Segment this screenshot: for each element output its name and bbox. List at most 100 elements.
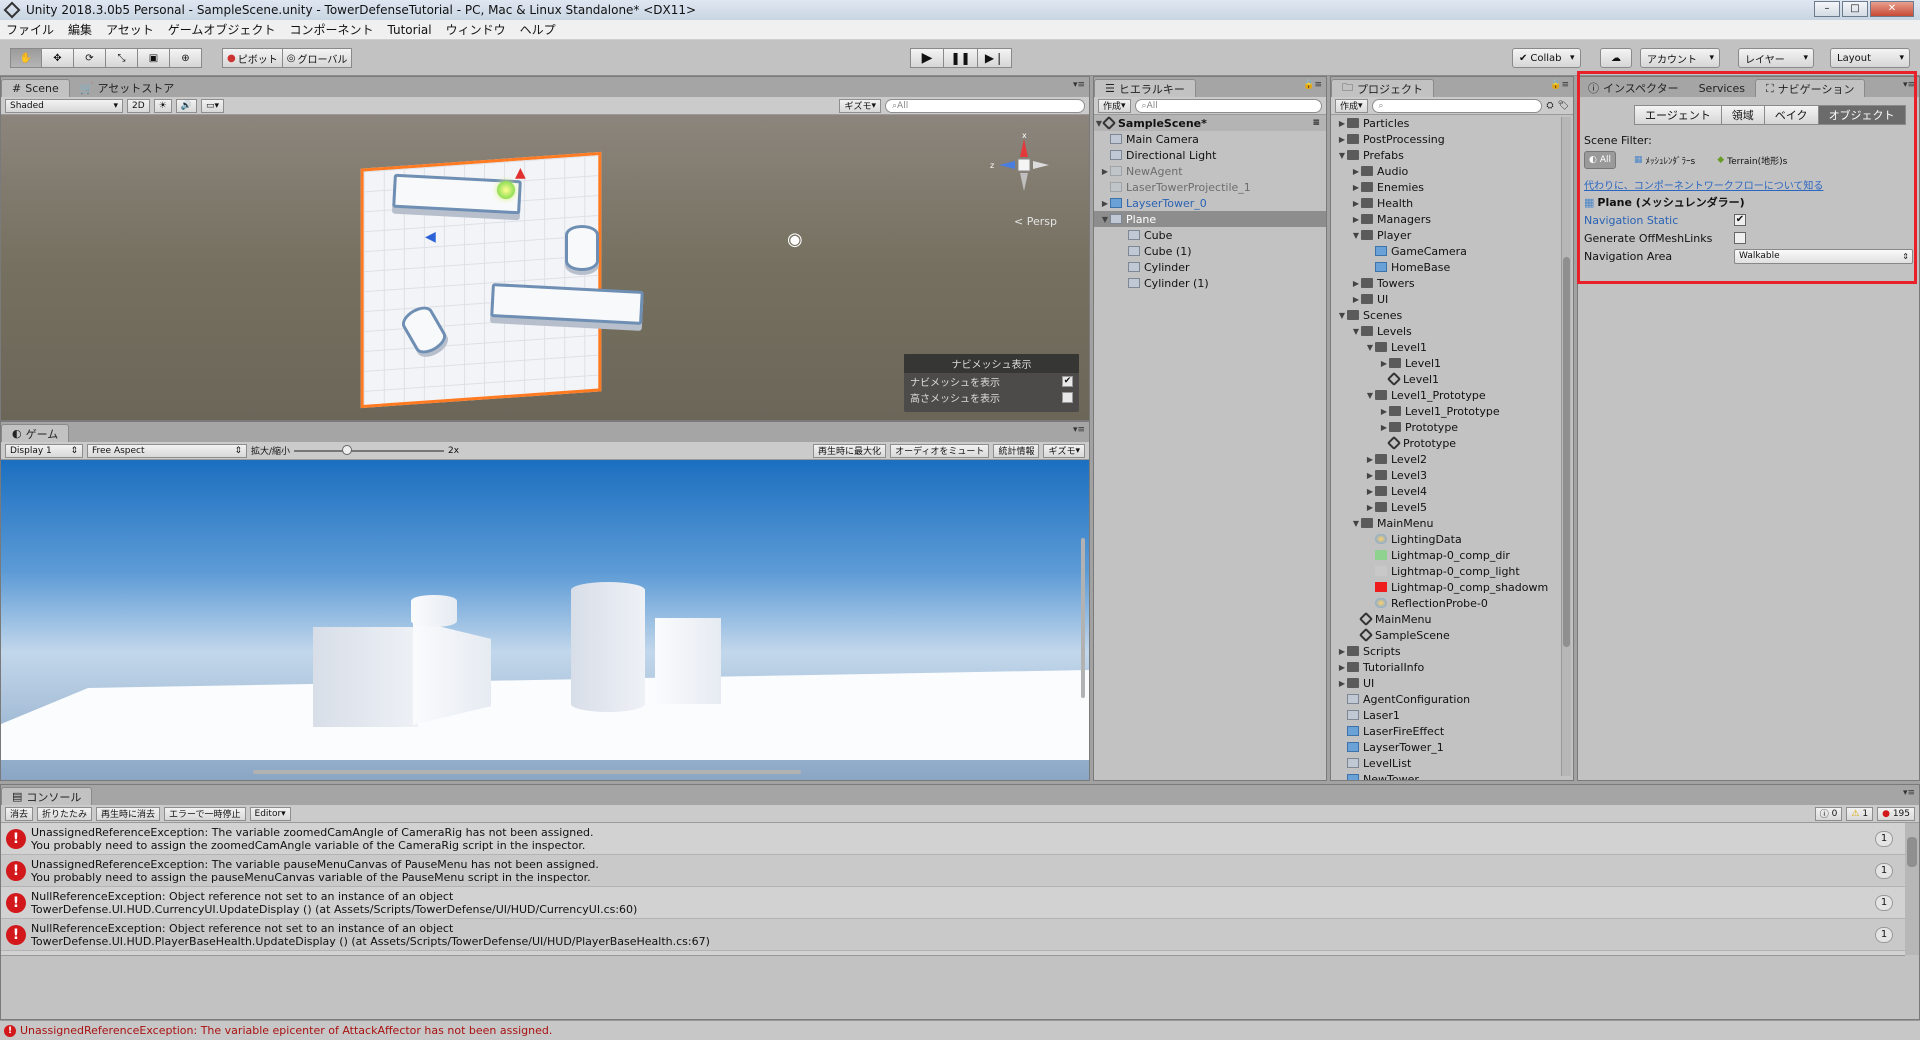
project-scrollbar[interactable]: [1561, 117, 1571, 776]
aspect-dropdown[interactable]: Free Aspect ⇕: [87, 443, 247, 458]
console-panel-menu-icon[interactable]: ▾≡: [1903, 788, 1915, 798]
scale-slider[interactable]: [294, 444, 445, 455]
project-item[interactable]: ▼ Player: [1331, 227, 1559, 243]
expand-arrow-icon[interactable]: ▶: [1379, 423, 1389, 432]
scene-viewport[interactable]: ▲ ◀ ◉ x z < Persp ナビメッシュ表示 ナビメッシュを表示 ✔ 高…: [1, 115, 1089, 420]
scene-search-input[interactable]: ⌕ All: [885, 98, 1085, 113]
play-button[interactable]: ▶: [910, 48, 944, 68]
game-panel-menu-icon[interactable]: ▾≡: [1073, 425, 1085, 435]
project-item[interactable]: LaserFireEffect: [1331, 723, 1559, 739]
expand-arrow-icon[interactable]: ▶: [1351, 295, 1361, 304]
scene-menu-icon[interactable]: ≡: [1312, 118, 1320, 128]
segment-bake[interactable]: ベイク: [1764, 105, 1819, 125]
project-item[interactable]: ▼ Level1: [1331, 339, 1559, 355]
project-item[interactable]: ▶ Managers: [1331, 211, 1559, 227]
project-item[interactable]: ▶ Level5: [1331, 499, 1559, 515]
tab-console[interactable]: ▤ コンソール: [1, 787, 93, 805]
project-item[interactable]: AgentConfiguration: [1331, 691, 1559, 707]
hierarchy-create-dropdown[interactable]: 作成 ▾: [1098, 98, 1131, 113]
expand-arrow-icon[interactable]: ▼: [1351, 519, 1361, 528]
console-clear-button[interactable]: 消去: [5, 806, 34, 821]
expand-arrow-icon[interactable]: ▼: [1100, 215, 1110, 224]
expand-arrow-icon[interactable]: ▼: [1365, 391, 1375, 400]
project-search-input[interactable]: ⌕: [1371, 98, 1543, 113]
project-item[interactable]: ▶ PostProcessing: [1331, 131, 1559, 147]
heightmesh-show-row[interactable]: 高さメッシュを表示: [904, 389, 1079, 405]
menu-help[interactable]: ヘルプ: [520, 21, 556, 38]
hierarchy-item[interactable]: ▼ Plane: [1094, 211, 1326, 227]
project-item[interactable]: ▶ Level1_Prototype: [1331, 403, 1559, 419]
transform-tool-button[interactable]: ⊕: [170, 48, 202, 68]
hierarchy-scene-row[interactable]: ▼ SampleScene* ≡: [1094, 115, 1326, 131]
tab-inspector[interactable]: ⓘ インスペクター: [1578, 79, 1689, 97]
project-item[interactable]: ▼ Prefabs: [1331, 147, 1559, 163]
pivot-button[interactable]: ● ピボット: [222, 48, 283, 68]
filter-by-type-icon[interactable]: ⛭: [1546, 101, 1553, 111]
expand-arrow-icon[interactable]: ▶: [1365, 471, 1375, 480]
hierarchy-item[interactable]: Cylinder (1): [1094, 275, 1326, 291]
close-button[interactable]: ✕: [1870, 1, 1914, 17]
persp-label[interactable]: < Persp: [1014, 215, 1057, 228]
heightmesh-show-checkbox[interactable]: [1062, 391, 1073, 403]
expand-arrow-icon[interactable]: ▶: [1100, 199, 1110, 208]
tab-scene[interactable]: # Scene: [1, 79, 70, 97]
console-scroll-thumb[interactable]: [1907, 837, 1917, 867]
display-dropdown[interactable]: Display 1 ⇕: [5, 443, 83, 458]
filter-terrains-button[interactable]: ◆ Terrain(地形)s: [1713, 151, 1791, 169]
collab-dropdown[interactable]: ✔ Collab: [1512, 48, 1581, 68]
project-create-dropdown[interactable]: 作成 ▾: [1335, 98, 1368, 113]
menu-assets[interactable]: アセット: [106, 21, 154, 38]
console-log-entry[interactable]: ! UnassignedReferenceException: The varia…: [1, 855, 1905, 887]
navmesh-show-row[interactable]: ナビメッシュを表示 ✔: [904, 373, 1079, 389]
hierarchy-lock-icon[interactable]: 🔒≡: [1303, 80, 1322, 90]
minimize-button[interactable]: –: [1814, 1, 1840, 17]
project-item[interactable]: ▶ Enemies: [1331, 179, 1559, 195]
segment-object[interactable]: オブジェクト: [1818, 105, 1906, 125]
project-item[interactable]: ▼ Levels: [1331, 323, 1559, 339]
rotate-tool-button[interactable]: ⟳: [74, 48, 106, 68]
expand-arrow-icon[interactable]: ▶: [1337, 119, 1347, 128]
tab-hierarchy[interactable]: ☰ ヒエラルキー: [1094, 79, 1196, 97]
project-item[interactable]: ▶ Towers: [1331, 275, 1559, 291]
project-item[interactable]: ▶ Health: [1331, 195, 1559, 211]
hierarchy-item[interactable]: Cylinder: [1094, 259, 1326, 275]
navigation-static-checkbox[interactable]: ✔: [1734, 214, 1746, 226]
project-item[interactable]: ▼ MainMenu: [1331, 515, 1559, 531]
menu-gameobject[interactable]: ゲームオブジェクト: [168, 21, 276, 38]
game-gizmos-dropdown[interactable]: ギズモ ▾: [1043, 443, 1085, 458]
status-bar[interactable]: ! UnassignedReferenceException: The vari…: [0, 1020, 1920, 1040]
project-lock-icon[interactable]: 🔒≡: [1550, 80, 1569, 90]
hierarchy-search-input[interactable]: ⌕ All: [1134, 98, 1322, 113]
move-tool-button[interactable]: ✥: [42, 48, 74, 68]
project-item[interactable]: ▶ Particles: [1331, 115, 1559, 131]
segment-agents[interactable]: エージェント: [1634, 105, 1722, 125]
expand-arrow-icon[interactable]: ▶: [1351, 183, 1361, 192]
expand-arrow-icon[interactable]: ▶: [1337, 647, 1347, 656]
tab-asset-store[interactable]: 🛒 アセットストア: [70, 79, 184, 97]
console-editor-dropdown[interactable]: Editor ▾: [249, 806, 291, 821]
filter-mesh-renderers-button[interactable]: ▦ ﾒｯｼｭﾚﾝﾀﾞﾗｰs: [1630, 151, 1699, 169]
console-log-entry[interactable]: ! NullReferenceException: Object referenc…: [1, 919, 1905, 951]
maximize-button[interactable]: □: [1842, 1, 1868, 17]
console-clear-on-play-toggle[interactable]: 再生時に消去: [96, 806, 161, 821]
console-collapse-toggle[interactable]: 折りたたみ: [37, 806, 93, 821]
light-gizmo-icon[interactable]: [497, 181, 515, 199]
project-item[interactable]: ReflectionProbe-0: [1331, 595, 1559, 611]
tab-navigation[interactable]: ⛶ ナビゲーション: [1754, 79, 1866, 97]
expand-arrow-icon[interactable]: ▶: [1351, 199, 1361, 208]
expand-arrow-icon[interactable]: ▼: [1365, 343, 1375, 352]
project-item[interactable]: ▶ UI: [1331, 291, 1559, 307]
project-item[interactable]: HomeBase: [1331, 259, 1559, 275]
expand-arrow-icon[interactable]: ▶: [1337, 679, 1347, 688]
expand-arrow-icon[interactable]: ▶: [1351, 167, 1361, 176]
cylinder-object[interactable]: [565, 225, 599, 271]
pause-button[interactable]: ❚❚: [944, 48, 978, 68]
log-count-toggle[interactable]: ⓘ 0: [1814, 806, 1843, 821]
filter-by-label-icon[interactable]: 🏷: [1558, 101, 1569, 111]
hierarchy-item[interactable]: LaserTowerProjectile_1: [1094, 179, 1326, 195]
hierarchy-item[interactable]: Cube: [1094, 227, 1326, 243]
warning-count-toggle[interactable]: ⚠ 1: [1846, 806, 1874, 821]
console-log-entry[interactable]: ! UnassignedReferenceException: The varia…: [1, 823, 1905, 855]
expand-arrow-icon[interactable]: ▼: [1351, 231, 1361, 240]
project-item[interactable]: NewTower: [1331, 771, 1559, 780]
